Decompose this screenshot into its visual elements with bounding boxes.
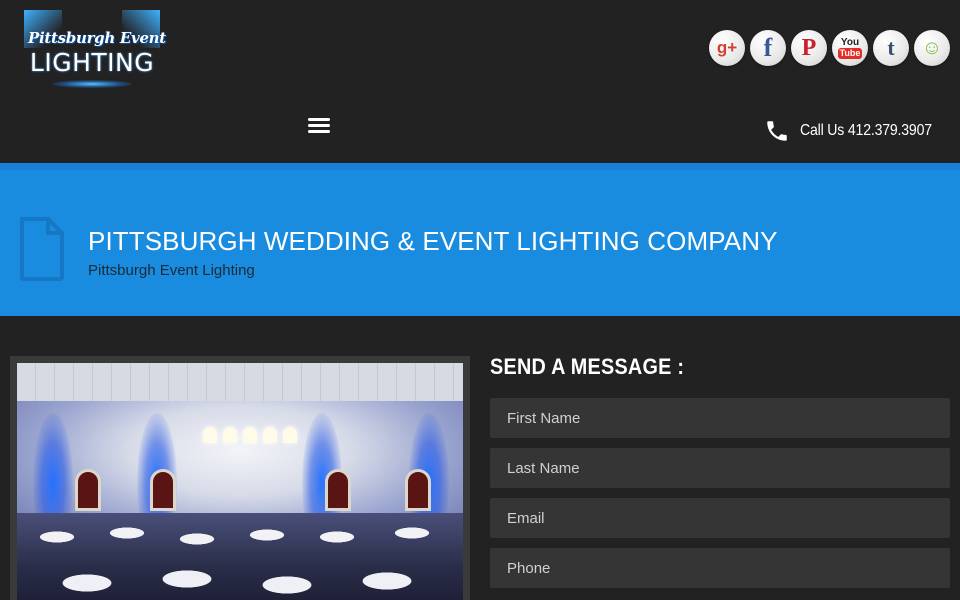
hamburger-bar	[308, 130, 330, 133]
form-title: SEND A MESSAGE :	[490, 354, 685, 379]
facebook-icon[interactable]: f	[750, 30, 786, 66]
document-icon	[20, 217, 64, 281]
call-us-label: Call Us 412.379.3907	[800, 122, 933, 139]
logo-text-line1: Pittsburgh Event	[28, 29, 166, 47]
photo-door	[325, 469, 351, 511]
photo-door	[75, 469, 101, 511]
photo-window	[283, 427, 297, 443]
social-links: g+ f P You Tube t ☺	[709, 30, 950, 66]
email-field[interactable]	[490, 498, 950, 538]
photo-window	[203, 427, 217, 443]
tumblr-icon[interactable]: t	[873, 30, 909, 66]
phone-icon	[767, 121, 787, 141]
call-us-link[interactable]: Call Us 412.379.3907	[764, 118, 950, 144]
photo-tables	[17, 513, 463, 600]
first-name-field[interactable]	[490, 398, 950, 438]
site-header: Pittsburgh Event LIGHTING g+ f P You Tub…	[0, 0, 960, 163]
breadcrumb[interactable]: Pittsburgh Event Lighting	[88, 262, 255, 279]
facebook-glyph: f	[763, 33, 773, 62]
photo-door	[150, 469, 176, 511]
smug-icon[interactable]: ☺	[914, 30, 950, 66]
youtube-glyph-top: You	[840, 36, 860, 48]
photo-door	[405, 469, 431, 511]
youtube-glyph-bottom: Tube	[837, 47, 863, 59]
pinterest-glyph: P	[801, 34, 817, 61]
page-banner: PITTSBURGH WEDDING & EVENT LIGHTING COMP…	[0, 163, 960, 316]
tumblr-glyph: t	[887, 35, 895, 60]
smug-glyph: ☺	[921, 36, 943, 59]
youtube-icon[interactable]: You Tube	[832, 30, 868, 66]
google-plus-icon[interactable]: g+	[709, 30, 745, 66]
logo-text-line2: LIGHTING	[29, 48, 155, 77]
page-title: PITTSBURGH WEDDING & EVENT LIGHTING COMP…	[88, 226, 778, 256]
photo-window	[243, 427, 257, 443]
google-plus-glyph: g+	[716, 38, 738, 57]
last-name-field[interactable]	[490, 448, 950, 488]
hamburger-menu-icon[interactable]	[308, 118, 330, 136]
hamburger-bar	[308, 118, 330, 121]
site-logo[interactable]: Pittsburgh Event LIGHTING	[24, 10, 166, 90]
logo-glow	[52, 80, 132, 88]
phone-field[interactable]	[490, 548, 950, 588]
photo-window	[263, 427, 277, 443]
youtube-glyph: You Tube	[837, 36, 863, 59]
venue-photo-frame	[10, 356, 470, 600]
hamburger-bar	[308, 124, 330, 127]
photo-window	[223, 427, 237, 443]
main-content: SEND A MESSAGE :	[0, 316, 960, 600]
venue-photo	[17, 363, 463, 600]
photo-ceiling	[17, 363, 463, 401]
pinterest-icon[interactable]: P	[791, 30, 827, 66]
